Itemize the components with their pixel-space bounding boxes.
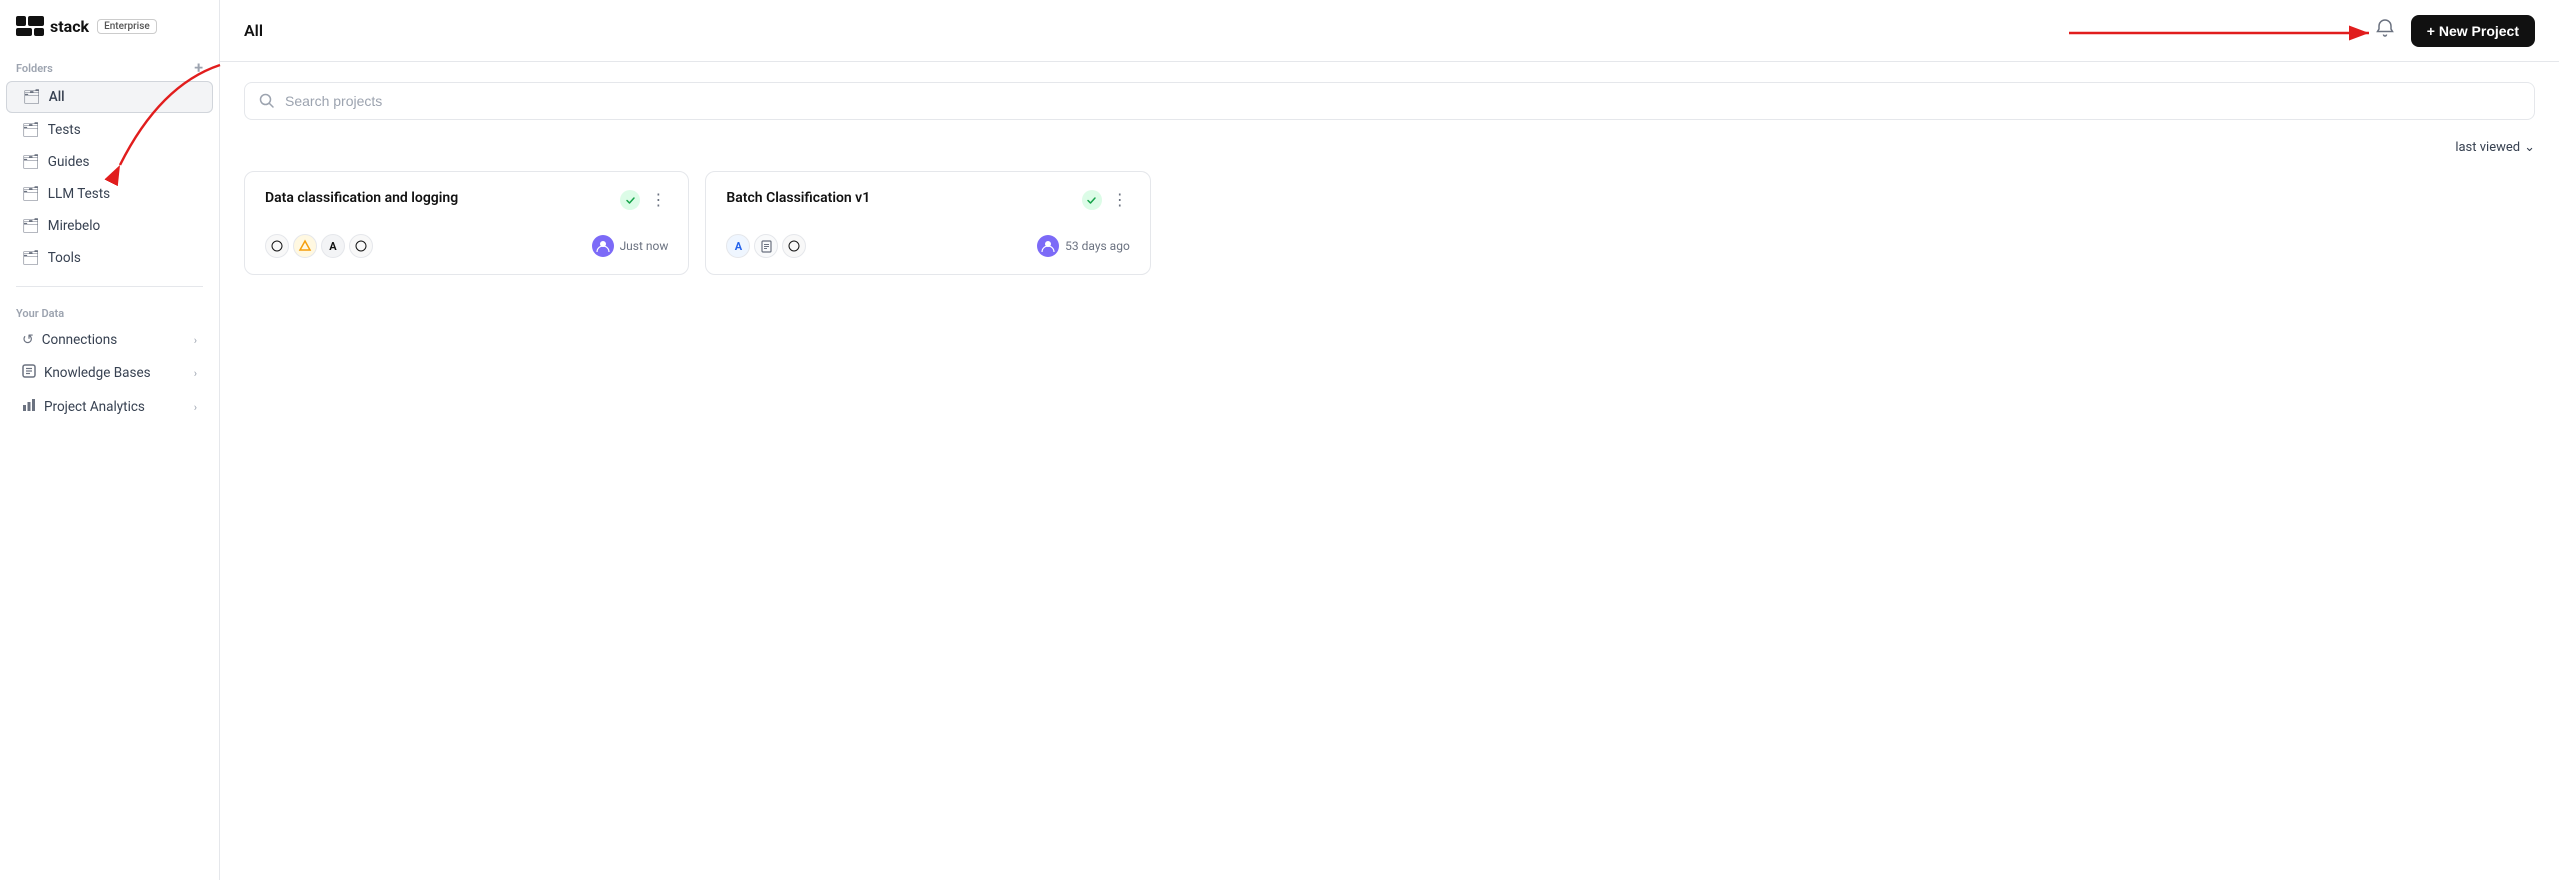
- connections-icon: ↺: [22, 332, 34, 348]
- search-bar[interactable]: [244, 82, 2535, 120]
- sidebar-item-project-analytics[interactable]: Project Analytics ›: [6, 391, 213, 423]
- more-options-button[interactable]: ⋮: [1110, 190, 1130, 210]
- sidebar-item-label: Knowledge Bases: [44, 365, 186, 381]
- project-title: Data classification and logging: [265, 190, 458, 206]
- sidebar-item-tools[interactable]: 🗂 Tools: [6, 243, 213, 273]
- folder-icon: 🗂: [22, 122, 40, 138]
- your-data-section-label: Your Data: [0, 299, 219, 324]
- more-options-button[interactable]: ⋮: [648, 190, 668, 210]
- avatar: [592, 235, 614, 257]
- header-actions: + New Project: [2371, 14, 2535, 47]
- card-time: Just now: [592, 235, 669, 257]
- search-input[interactable]: [285, 93, 2520, 109]
- main-content: All + New Project last viewed ⌄: [220, 0, 2559, 880]
- card-time: 53 days ago: [1037, 235, 1130, 257]
- knowledge-bases-icon: [22, 364, 36, 382]
- analytics-icon: [22, 398, 36, 416]
- divider: [16, 286, 203, 287]
- sidebar-item-label: LLM Tests: [48, 186, 197, 202]
- logo-text: stack: [50, 17, 89, 36]
- notifications-button[interactable]: [2371, 14, 2399, 47]
- chevron-right-icon: ›: [194, 401, 197, 414]
- sidebar-item-label: Guides: [48, 154, 197, 170]
- avatar: [1037, 235, 1059, 257]
- openai-icon: [265, 234, 289, 258]
- sidebar-item-guides[interactable]: 🗂 Guides: [6, 147, 213, 177]
- sidebar-item-mirebelo[interactable]: 🗂 Mirebelo: [6, 211, 213, 241]
- model-icons: A: [726, 234, 806, 258]
- status-badge: [620, 190, 640, 210]
- sort-bar: last viewed ⌄: [244, 140, 2535, 155]
- header: All + New Project: [220, 0, 2559, 62]
- a-icon: A: [321, 234, 345, 258]
- card-footer: A 53 days ago: [726, 234, 1129, 258]
- status-badge: [1082, 190, 1102, 210]
- sidebar-item-label: All: [49, 89, 196, 105]
- sidebar-item-tests[interactable]: 🗂 Tests: [6, 115, 213, 145]
- sidebar-item-label: Tools: [48, 250, 197, 266]
- folder-icon: 🗂: [22, 218, 40, 234]
- sidebar-item-label: Project Analytics: [44, 399, 186, 415]
- sort-select[interactable]: last viewed ⌄: [2455, 140, 2535, 155]
- folder-icon: 🗂: [22, 250, 40, 266]
- card-header-right: ⋮: [1082, 190, 1130, 210]
- sidebar-item-llm-tests[interactable]: 🗂 LLM Tests: [6, 179, 213, 209]
- search-icon: [259, 93, 275, 109]
- card-header-right: ⋮: [620, 190, 668, 210]
- logo: stack: [16, 16, 89, 36]
- enterprise-badge: Enterprise: [97, 19, 157, 34]
- openai-icon: [782, 234, 806, 258]
- openai-icon-2: [349, 234, 373, 258]
- time-label: Just now: [620, 239, 669, 253]
- sidebar-item-label: Tests: [48, 122, 197, 138]
- azure-icon: A: [726, 234, 750, 258]
- add-folder-button[interactable]: +: [194, 60, 203, 76]
- project-title: Batch Classification v1: [726, 190, 870, 206]
- new-project-button[interactable]: + New Project: [2411, 15, 2535, 47]
- folder-icon: 🗂: [22, 186, 40, 202]
- project-card-batch-classification[interactable]: Batch Classification v1 ⋮ A: [705, 171, 1150, 275]
- folder-icon: 🗂: [22, 154, 40, 170]
- card-header: Batch Classification v1 ⋮: [726, 190, 1129, 210]
- card-footer: A Just now: [265, 234, 668, 258]
- page-title: All: [244, 21, 263, 40]
- sidebar: stack Enterprise Folders + 🗂 All 🗂 Tests…: [0, 0, 220, 880]
- sidebar-item-knowledge-bases[interactable]: Knowledge Bases ›: [6, 357, 213, 389]
- anthropic-icon: [293, 234, 317, 258]
- sidebar-item-label: Mirebelo: [48, 218, 197, 234]
- project-card-data-classification[interactable]: Data classification and logging ⋮: [244, 171, 689, 275]
- chevron-right-icon: ›: [194, 334, 197, 347]
- chevron-right-icon: ›: [194, 367, 197, 380]
- folder-icon: 🗂: [23, 89, 41, 105]
- sidebar-item-connections[interactable]: ↺ Connections ›: [6, 325, 213, 355]
- sidebar-item-all[interactable]: 🗂 All: [6, 81, 213, 113]
- document-icon: [754, 234, 778, 258]
- card-header: Data classification and logging ⋮: [265, 190, 668, 210]
- content-area: last viewed ⌄ Data classification and lo…: [220, 62, 2559, 880]
- projects-grid: Data classification and logging ⋮: [244, 171, 2535, 275]
- time-label: 53 days ago: [1065, 239, 1130, 253]
- sidebar-item-label: Connections: [42, 332, 186, 348]
- model-icons: A: [265, 234, 373, 258]
- sort-label: last viewed: [2455, 140, 2520, 155]
- folders-section-label: Folders +: [0, 52, 219, 80]
- logo-area: stack Enterprise: [0, 16, 219, 52]
- chevron-down-icon: ⌄: [2524, 140, 2535, 155]
